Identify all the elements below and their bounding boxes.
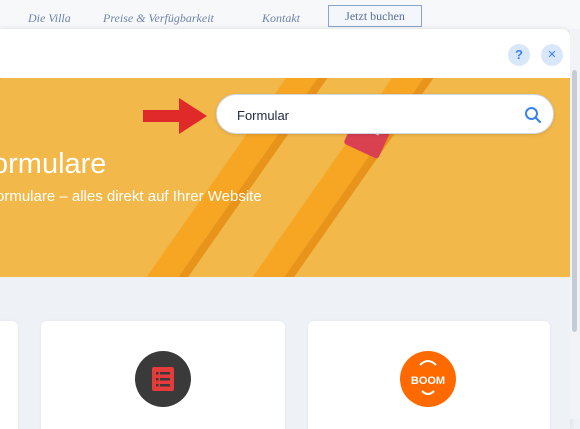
- hero-subtitle: ormulare – alles direkt auf Ihrer Websit…: [0, 188, 262, 205]
- modal-header: ? ✕: [0, 29, 570, 78]
- hero-title: ormulare: [0, 148, 107, 180]
- search-input[interactable]: [237, 104, 517, 126]
- help-button[interactable]: ?: [508, 44, 530, 66]
- search-box[interactable]: [216, 94, 554, 134]
- boom-logo-icon: BOOM: [411, 360, 445, 395]
- app-results: BOOM: [0, 277, 570, 429]
- app-card-forms[interactable]: [41, 321, 285, 429]
- app-card-partial[interactable]: [0, 321, 18, 429]
- nav-link-contact[interactable]: Kontakt: [262, 11, 300, 26]
- boom-app-icon: BOOM: [400, 351, 456, 407]
- nav-link-villa[interactable]: Die Villa: [28, 11, 71, 26]
- nav-link-prices[interactable]: Preise & Verfügbarkeit: [103, 11, 214, 26]
- boom-logo-text: BOOM: [411, 375, 445, 387]
- close-button[interactable]: ✕: [541, 44, 563, 66]
- scrollbar-thumb[interactable]: [572, 70, 577, 332]
- forms-app-icon: [135, 351, 191, 407]
- book-now-button[interactable]: Jetzt buchen: [328, 5, 422, 27]
- site-navigation: Die Villa Preise & Verfügbarkeit Kontakt…: [0, 0, 580, 30]
- hero-banner: ormulare ormulare – alles direkt auf Ihr…: [0, 78, 570, 277]
- app-card-boom[interactable]: BOOM: [308, 321, 550, 429]
- app-market-modal: ? ✕ ormulare ormulare – alles direkt auf…: [0, 29, 570, 429]
- search-icon[interactable]: [524, 106, 542, 124]
- list-icon: [152, 367, 174, 391]
- red-arrow-icon: [143, 98, 207, 134]
